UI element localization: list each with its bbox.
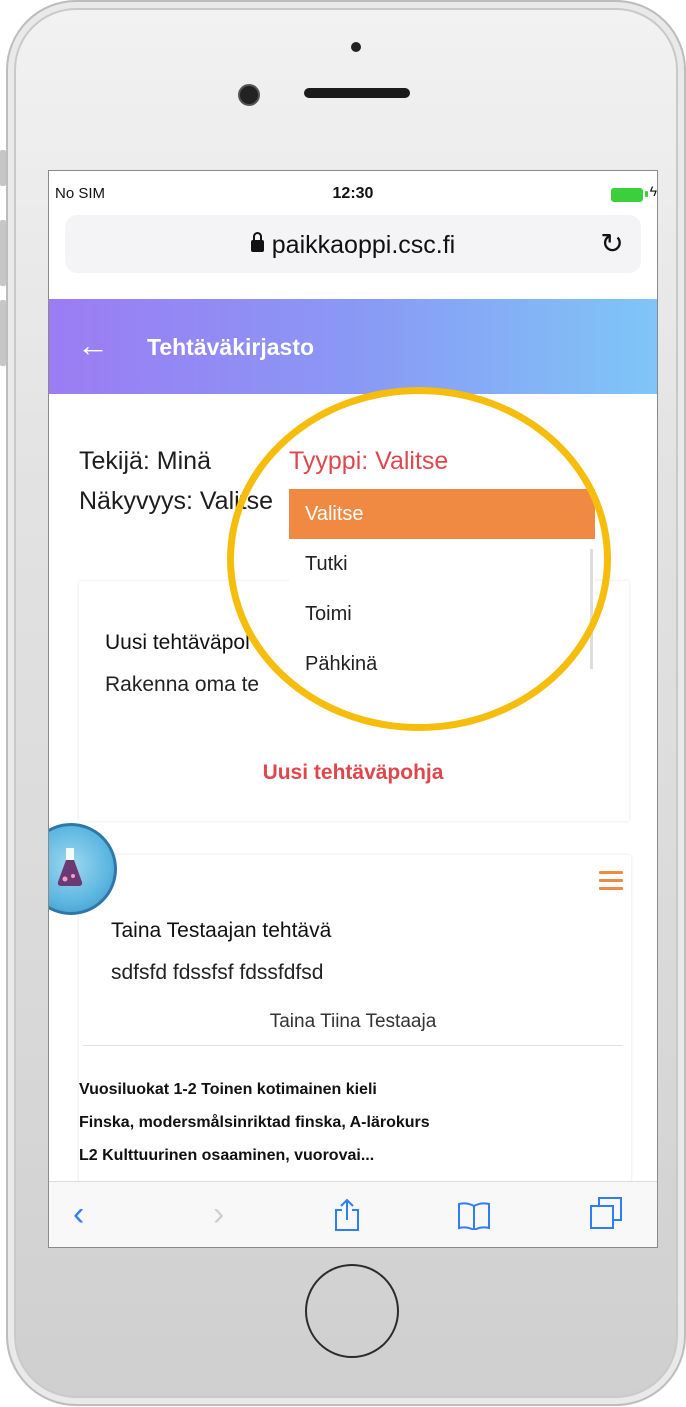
- phone-screen: No SIM 12:30 ϟ paikkaoppi.csc.fi ↻ ← Teh…: [48, 170, 658, 1248]
- arrow-left-icon[interactable]: ←: [77, 327, 109, 364]
- charging-icon: ϟ: [649, 183, 657, 199]
- new-template-description: Rakenna oma te: [105, 673, 260, 696]
- clock: 12:30: [332, 185, 374, 202]
- flask-icon: [57, 848, 83, 886]
- share-icon[interactable]: [333, 1198, 361, 1232]
- highlight-circle: [227, 387, 611, 731]
- page-title: Tehtäväkirjasto: [147, 334, 315, 360]
- volume-up-button: [0, 220, 6, 286]
- hamburger-menu-icon[interactable]: [599, 871, 623, 895]
- task-title: Taina Testaajan tehtävä: [111, 919, 332, 942]
- chevron-right-icon[interactable]: ›: [213, 1194, 224, 1234]
- card-divider: [83, 1045, 623, 1046]
- new-template-title: Uusi tehtäväpol: [105, 631, 250, 654]
- address-bar[interactable]: paikkaoppi.csc.fi ↻: [65, 215, 641, 273]
- task-meta-line-1: Vuosiluokat 1-2 Toinen kotimainen kieli: [79, 1081, 377, 1098]
- volume-down-button: [0, 300, 6, 366]
- app-header: ← Tehtäväkirjasto: [49, 299, 657, 394]
- task-author: Taina Tiina Testaaja: [269, 1011, 437, 1032]
- new-template-link[interactable]: Uusi tehtäväpohja: [49, 761, 657, 785]
- mute-switch: [0, 150, 6, 186]
- status-bar: No SIM 12:30 ϟ: [49, 171, 657, 211]
- proximity-sensor: [351, 42, 361, 52]
- home-button[interactable]: [305, 1264, 399, 1358]
- author-filter[interactable]: Tekijä: Minä: [79, 447, 211, 476]
- task-meta-line-3: L2 Kulttuurinen osaaminen, vuorovai...: [79, 1147, 375, 1164]
- lock-icon: [250, 232, 264, 252]
- chevron-left-icon[interactable]: ‹: [73, 1194, 84, 1234]
- book-icon[interactable]: [457, 1202, 491, 1230]
- task-description: sdfsfd fdssfsf fdssfdfsd: [111, 961, 324, 984]
- reload-icon[interactable]: ↻: [595, 227, 629, 261]
- battery-tip: [645, 191, 648, 197]
- tabs-icon[interactable]: [589, 1196, 623, 1230]
- earpiece-speaker: [304, 88, 410, 98]
- front-camera: [238, 84, 260, 106]
- task-meta-line-2: Finska, modersmålsinriktad finska, A-lär…: [79, 1114, 430, 1131]
- url-text: paikkaoppi.csc.fi: [271, 231, 456, 259]
- browser-toolbar: ‹ ›: [49, 1181, 657, 1247]
- battery-icon: [611, 188, 643, 202]
